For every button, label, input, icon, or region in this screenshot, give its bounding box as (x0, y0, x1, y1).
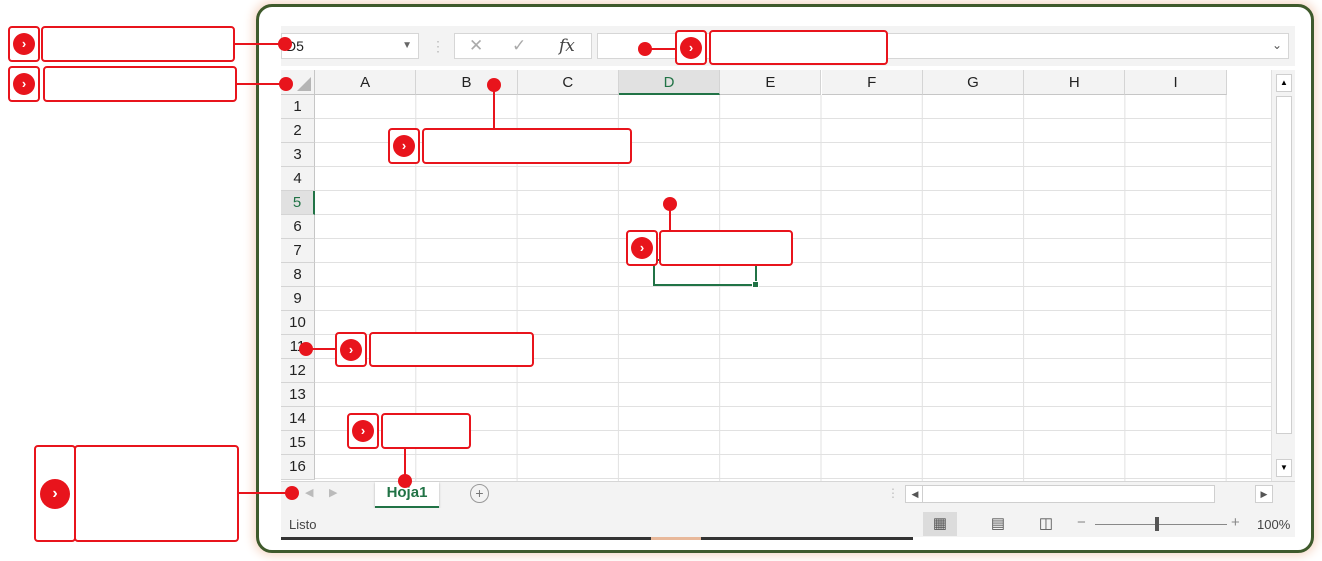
column-header-f[interactable]: F (821, 70, 923, 95)
annotation-dot (398, 474, 412, 488)
column-header-g[interactable]: G (922, 70, 1025, 95)
vertical-scrollbar[interactable]: ▲ ▼ (1271, 70, 1295, 481)
cancel-icon[interactable]: ✕ (469, 36, 483, 56)
annotation-leader (650, 48, 676, 50)
row-header-4[interactable]: 4 (281, 167, 315, 191)
annotation-arrow-icon: › (675, 30, 707, 65)
zoom-level[interactable]: 100% (1257, 517, 1290, 532)
column-header-b[interactable]: B (416, 70, 518, 95)
annotation-arrow-icon: › (626, 230, 658, 266)
row-header-13[interactable]: 13 (281, 383, 315, 407)
row-header-16[interactable]: 16 (281, 455, 315, 480)
row-header-3[interactable]: 3 (281, 143, 315, 167)
formula-buttons: ✕ ✓ fx (454, 33, 592, 59)
name-box[interactable]: D5 ▼ (281, 33, 419, 59)
scroll-down-icon[interactable]: ▼ (1276, 459, 1292, 477)
annotation-arrow-icon: › (34, 445, 76, 542)
annotation-arrow-icon: › (347, 413, 379, 449)
zoom-slider[interactable] (1095, 524, 1227, 525)
zoom-slider-thumb[interactable] (1155, 517, 1159, 531)
row-header-7[interactable]: 7 (281, 239, 315, 263)
status-ready: Listo (289, 517, 317, 532)
annotation-dot (278, 37, 292, 51)
page-break-view-icon[interactable]: ◫ (1029, 512, 1063, 536)
column-header-e[interactable]: E (720, 70, 822, 95)
annotation-box-sheet-tab (381, 413, 471, 449)
vertical-scroll-thumb[interactable] (1276, 96, 1292, 434)
annotation-arrow-icon: › (8, 26, 40, 62)
bottom-edge (281, 537, 1295, 540)
row-header-10[interactable]: 10 (281, 311, 315, 335)
enter-icon[interactable]: ✓ (512, 36, 526, 56)
expand-formula-bar-icon[interactable]: ⌄ (1272, 38, 1282, 52)
page-layout-view-icon[interactable]: ▤ (981, 512, 1015, 536)
annotation-dot (279, 77, 293, 91)
annotation-box-select-all (43, 66, 237, 102)
annotation-leader (493, 90, 495, 130)
column-header-a[interactable]: A (315, 70, 417, 95)
annotation-arrow-icon: › (388, 128, 420, 164)
chevron-down-icon[interactable]: ▼ (402, 34, 412, 58)
formula-bar-grip-icon: ⋮ (431, 38, 445, 54)
row-header-9[interactable]: 9 (281, 287, 315, 311)
row-header-1[interactable]: 1 (281, 95, 315, 119)
annotation-leader (669, 209, 671, 231)
column-header-i[interactable]: I (1125, 70, 1227, 95)
normal-view-icon[interactable]: ▦ (923, 512, 957, 536)
column-header-c[interactable]: C (517, 70, 619, 95)
row-header-8[interactable]: 8 (281, 263, 315, 287)
column-header-d[interactable]: D (618, 70, 721, 95)
row-header-14[interactable]: 14 (281, 407, 315, 431)
column-header-h[interactable]: H (1024, 70, 1126, 95)
status-bar: Listo ▦ ▤ ◫ − + 100% (281, 508, 1295, 540)
annotation-box-column-header (422, 128, 632, 164)
row-header-2[interactable]: 2 (281, 119, 315, 143)
row-header-12[interactable]: 12 (281, 359, 315, 383)
annotation-leader (239, 492, 289, 494)
zoom-in-icon[interactable]: + (1231, 514, 1240, 531)
row-header-15[interactable]: 15 (281, 431, 315, 455)
excel-window: D5 ▼ ⋮ ✕ ✓ fx ⌄ ABCDEFGHI 1 2 3 4 5 6 7 8 9 10 11 1… (281, 26, 1295, 540)
annotation-box-name-box (41, 26, 235, 62)
next-sheet-icon[interactable]: ▶ (329, 486, 337, 499)
row-header-6[interactable]: 6 (281, 215, 315, 239)
annotation-leader (404, 449, 406, 475)
scroll-left-icon[interactable]: ◀ (908, 486, 923, 502)
annotation-arrow-icon: › (335, 332, 367, 367)
sheet-tab-bar: ◀ ▶ Hoja1 + ⋮ ◀ ▶ (281, 481, 1295, 509)
scroll-right-icon[interactable]: ▶ (1255, 485, 1273, 503)
insert-function-icon[interactable]: fx (559, 36, 575, 56)
add-sheet-icon[interactable]: + (470, 484, 489, 503)
annotation-box-formula-bar (709, 30, 888, 65)
horizontal-scrollbar[interactable]: ◀ (905, 485, 1215, 503)
annotation-arrow-icon: › (8, 66, 40, 102)
scroll-up-icon[interactable]: ▲ (1276, 74, 1292, 92)
zoom-out-icon[interactable]: − (1077, 514, 1086, 531)
annotation-box-sheet-navigation (74, 445, 239, 542)
row-header-5[interactable]: 5 (281, 191, 315, 215)
tab-splitter-icon[interactable]: ⋮ (887, 486, 899, 500)
annotation-box-active-cell (659, 230, 793, 266)
annotation-box-row-header (369, 332, 534, 367)
annotation-leader (311, 348, 337, 350)
prev-sheet-icon[interactable]: ◀ (305, 486, 313, 499)
annotation-dot (285, 486, 299, 500)
